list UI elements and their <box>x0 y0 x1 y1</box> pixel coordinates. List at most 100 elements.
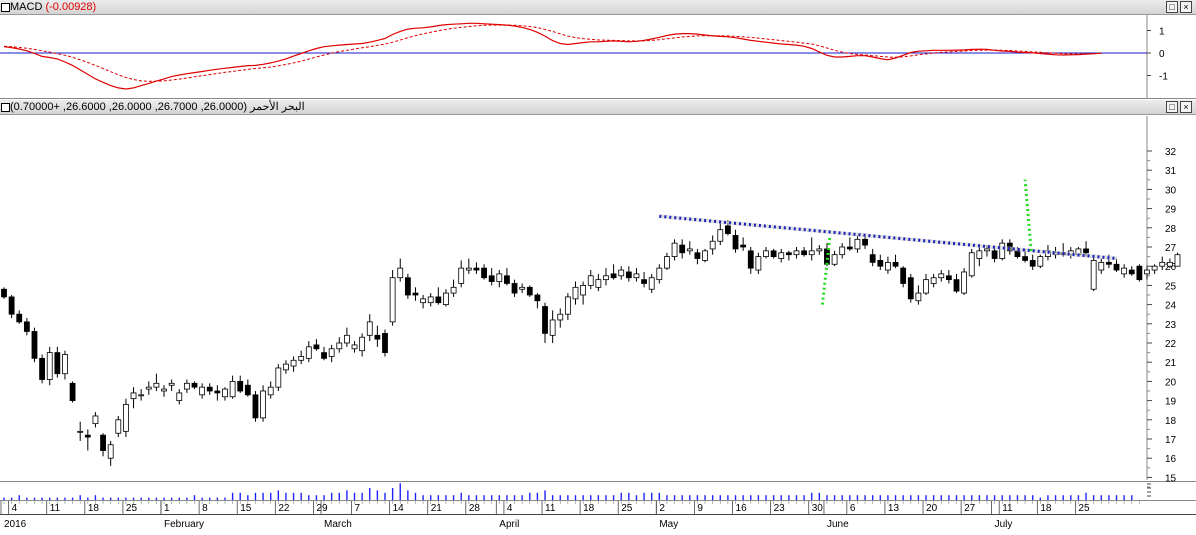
chart-canvas: 10-1151617181920212223242526272829303132… <box>0 15 1196 530</box>
candle-body <box>686 248 693 252</box>
candle-body <box>877 260 884 267</box>
macd-tick-label: 1 <box>1159 27 1165 38</box>
candle-body <box>945 275 952 281</box>
candle-body <box>1 288 7 298</box>
price-title: البحر الأحمر (26.0000, 26.7000, 26.0000,… <box>10 100 305 114</box>
candle-body <box>1022 256 1028 261</box>
candle-body <box>801 250 807 256</box>
candle-body <box>557 313 564 321</box>
macd-title: MACD (-0.00928) <box>10 1 97 13</box>
candle-body <box>915 292 922 302</box>
candle-body <box>473 267 480 271</box>
candle-body <box>991 250 998 259</box>
candle-body <box>176 392 183 402</box>
candle-body <box>953 279 960 292</box>
candle-body <box>846 246 853 250</box>
time-label: 11 <box>545 503 556 514</box>
candle-body <box>854 238 861 250</box>
time-label: 28 <box>469 503 481 514</box>
candle-body <box>62 354 68 375</box>
candle-body <box>252 394 259 419</box>
price-tick-label: 27 <box>1165 243 1177 254</box>
candle-body <box>656 267 663 281</box>
candle-body <box>641 279 647 284</box>
panel-collapse-box[interactable] <box>1 3 10 12</box>
candle-body <box>785 252 792 256</box>
candle-body <box>923 279 929 294</box>
candle-body <box>107 444 114 459</box>
price-tick-label: 31 <box>1165 166 1177 177</box>
time-label: 9 <box>697 503 703 514</box>
time-label: 6 <box>850 503 856 514</box>
time-label: 11 <box>1002 503 1013 514</box>
candle-body <box>1151 265 1158 271</box>
candle-body <box>443 292 449 305</box>
panel-collapse-box[interactable] <box>1 103 10 112</box>
time-label: 15 <box>240 503 252 514</box>
candle-body <box>328 348 335 357</box>
candle-body <box>816 248 823 252</box>
candle-body <box>488 275 495 282</box>
candle-body <box>717 229 724 242</box>
time-label: 25 <box>1078 503 1090 514</box>
close-button[interactable]: × <box>1180 101 1192 113</box>
candle-body <box>542 306 548 334</box>
candle-body <box>23 321 30 332</box>
candle-body <box>808 250 815 256</box>
time-label: 4 <box>507 503 513 514</box>
candle-body <box>237 380 244 392</box>
candle-body <box>199 386 206 396</box>
time-label: March <box>324 519 352 530</box>
macd-tick-label: -1 <box>1159 72 1168 83</box>
candle-body <box>930 277 937 284</box>
candle-body <box>206 386 213 392</box>
candle-body <box>1121 267 1128 275</box>
volume-group <box>3 483 1133 500</box>
candle-body <box>260 390 266 419</box>
time-label: May <box>659 519 678 530</box>
restore-button[interactable]: □ <box>1166 101 1178 113</box>
candle-body <box>892 261 899 267</box>
candle-body <box>366 321 373 336</box>
candle-body <box>603 275 609 281</box>
candle-body <box>69 382 76 402</box>
restore-button[interactable]: □ <box>1166 1 1178 13</box>
macd-plot-area <box>0 15 1147 98</box>
candle-body <box>222 388 228 398</box>
candle-body <box>389 277 396 323</box>
time-label: 7 <box>355 503 361 514</box>
price-tick-label: 29 <box>1165 205 1177 216</box>
time-label: 2016 <box>4 519 27 530</box>
candle-body <box>580 284 587 296</box>
candle-body <box>519 286 526 290</box>
symbol-name: البحر الأحمر <box>250 101 305 113</box>
time-label: 30 <box>812 503 824 514</box>
close-button[interactable]: × <box>1180 1 1192 13</box>
candle-body <box>458 267 465 284</box>
price-tick-label: 30 <box>1165 185 1177 196</box>
candle-body <box>481 267 487 279</box>
candle-body <box>625 271 632 279</box>
time-label: 4 <box>12 503 18 514</box>
candle-body <box>115 419 122 434</box>
candle-body <box>321 352 327 359</box>
candle-body <box>610 273 617 279</box>
candle-body <box>191 382 198 388</box>
price-tick-label: 25 <box>1165 281 1177 292</box>
time-label: 13 <box>888 503 900 514</box>
candle-body <box>84 434 91 438</box>
candle-body <box>138 394 145 397</box>
candle-body <box>123 404 129 432</box>
candle-body <box>534 294 541 302</box>
candle-body <box>77 430 84 433</box>
candle-body <box>648 277 655 290</box>
time-label: 14 <box>393 503 405 514</box>
candle-body <box>732 235 739 250</box>
candle-body <box>100 434 106 451</box>
candle-body <box>511 283 518 294</box>
candle-body <box>8 296 15 315</box>
candle-body <box>397 267 404 279</box>
candle-body <box>747 250 754 269</box>
candle-body <box>778 252 785 259</box>
candle-body <box>161 388 167 392</box>
